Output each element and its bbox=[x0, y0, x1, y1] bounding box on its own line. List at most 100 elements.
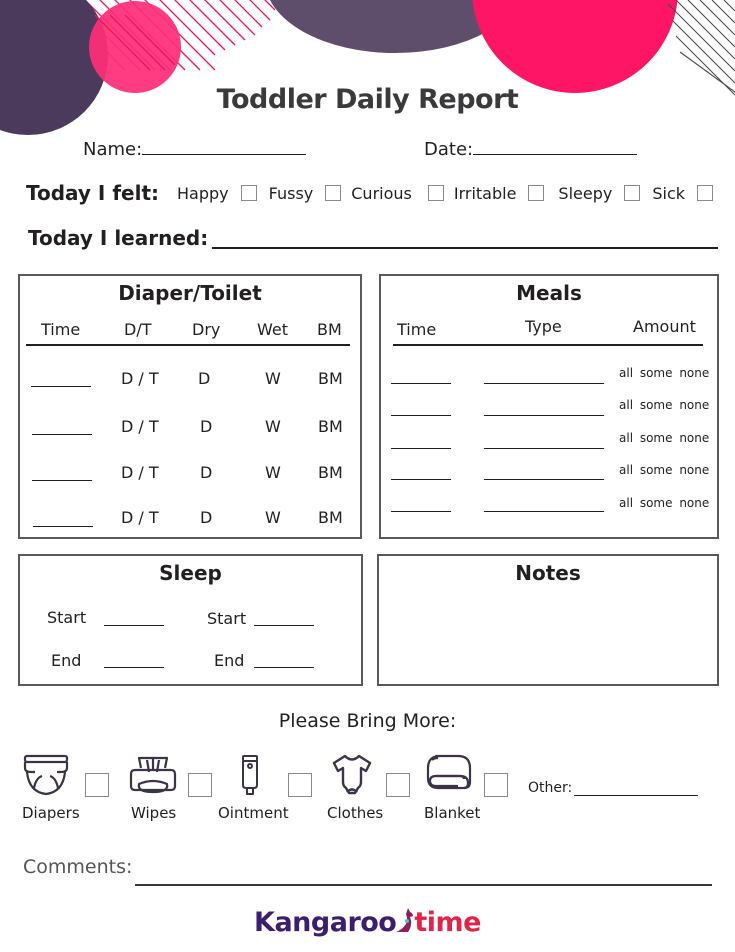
onesie-icon bbox=[332, 754, 372, 795]
sleep-start-line-1[interactable] bbox=[104, 625, 164, 627]
name-input-line[interactable] bbox=[142, 138, 307, 155]
bring-other-label: Other: bbox=[528, 780, 573, 796]
meal-type-line[interactable] bbox=[484, 479, 604, 481]
diaper-icon bbox=[23, 754, 69, 796]
sleep-end-label-2: End bbox=[214, 651, 245, 670]
diaper-toilet-panel: Diaper/Toilet Time D/T Dry Wet BM D / T … bbox=[18, 274, 362, 539]
diaper-time-line[interactable] bbox=[31, 386, 91, 388]
sleep-start-label-2: Start bbox=[207, 609, 247, 628]
felt-checkbox-fussy[interactable] bbox=[325, 185, 342, 201]
diaper-bm[interactable]: BM bbox=[318, 417, 343, 436]
diaper-col-time: Time bbox=[41, 320, 81, 339]
diaper-wet[interactable]: W bbox=[265, 417, 281, 436]
meals-panel: Meals Time Type Amount all some none all… bbox=[379, 274, 719, 539]
diaper-bm[interactable]: BM bbox=[318, 369, 343, 388]
comments-label: Comments: bbox=[23, 856, 133, 878]
bring-checkbox-blanket[interactable] bbox=[484, 773, 508, 797]
diaper-time-line[interactable] bbox=[33, 526, 93, 528]
wipes-icon bbox=[129, 756, 177, 794]
diaper-wet[interactable]: W bbox=[265, 508, 281, 527]
felt-checkbox-happy[interactable] bbox=[240, 185, 257, 201]
meals-panel-title: Meals bbox=[516, 281, 582, 305]
meal-amount-options[interactable]: all some none bbox=[619, 431, 709, 445]
meal-amount-options[interactable]: all some none bbox=[619, 463, 709, 477]
sleep-start-label-1: Start bbox=[47, 608, 87, 627]
sleep-end-label-1: End bbox=[51, 651, 82, 670]
felt-label: Today I felt: bbox=[26, 181, 160, 205]
brand-logo: Kangaroo time bbox=[0, 906, 735, 938]
felt-option-fussy: Fussy bbox=[268, 183, 314, 203]
sleep-panel: Sleep Start End Start End bbox=[18, 554, 363, 686]
gray-stripes-right bbox=[667, 0, 735, 96]
bring-checkbox-diapers[interactable] bbox=[85, 773, 109, 797]
felt-checkbox-sick[interactable] bbox=[697, 185, 714, 201]
diaper-bm[interactable]: BM bbox=[318, 463, 343, 482]
diaper-time-line[interactable] bbox=[32, 434, 92, 436]
diaper-dry[interactable]: D bbox=[200, 508, 212, 527]
diaper-wet[interactable]: W bbox=[265, 369, 281, 388]
meal-amount-options[interactable]: all some none bbox=[619, 366, 709, 380]
bring-checkbox-wipes[interactable] bbox=[188, 773, 212, 797]
date-input-line[interactable] bbox=[473, 138, 638, 155]
meal-amount-options[interactable]: all some none bbox=[619, 398, 709, 412]
diaper-wet[interactable]: W bbox=[265, 463, 281, 482]
diaper-dt[interactable]: D / T bbox=[121, 369, 159, 388]
meal-time-line[interactable] bbox=[391, 383, 451, 385]
diaper-col-bm: BM bbox=[317, 320, 342, 339]
diaper-dt[interactable]: D / T bbox=[121, 463, 159, 482]
name-label: Name: bbox=[83, 139, 143, 160]
meals-col-amount: Amount bbox=[633, 317, 696, 336]
folded-blanket-icon bbox=[426, 754, 472, 790]
diaper-panel-title: Diaper/Toilet bbox=[118, 281, 262, 305]
meal-time-line[interactable] bbox=[391, 479, 451, 481]
pink-circle-right bbox=[472, 0, 678, 93]
bring-item-label-diapers: Diapers bbox=[22, 804, 80, 822]
meal-type-line[interactable] bbox=[484, 383, 604, 385]
brand-logo-text-part1: Kangaroo bbox=[254, 907, 397, 938]
diaper-dt[interactable]: D / T bbox=[121, 417, 159, 436]
meal-time-line[interactable] bbox=[391, 448, 451, 450]
sleep-end-line-2[interactable] bbox=[254, 667, 314, 669]
sleep-panel-title: Sleep bbox=[159, 561, 222, 585]
diaper-time-line[interactable] bbox=[32, 480, 92, 482]
meal-time-line[interactable] bbox=[391, 415, 451, 417]
learned-row: Today I learned: bbox=[28, 226, 208, 250]
comments-input-line[interactable] bbox=[135, 884, 712, 886]
ointment-tube-icon bbox=[242, 755, 258, 795]
diaper-col-wet: Wet bbox=[257, 320, 288, 339]
bring-checkbox-clothes[interactable] bbox=[386, 773, 410, 797]
meals-header-rule bbox=[393, 344, 703, 346]
bring-item-label-ointment: Ointment bbox=[218, 804, 289, 822]
felt-checkbox-sleepy[interactable] bbox=[624, 185, 641, 201]
meal-type-line[interactable] bbox=[484, 511, 604, 513]
diaper-dry[interactable]: D bbox=[198, 369, 210, 388]
date-field[interactable]: Date: bbox=[424, 138, 638, 160]
meal-type-line[interactable] bbox=[484, 415, 604, 417]
learned-label: Today I learned: bbox=[28, 226, 209, 250]
diaper-dry[interactable]: D bbox=[200, 463, 212, 482]
diaper-bm[interactable]: BM bbox=[318, 508, 343, 527]
notes-panel[interactable]: Notes bbox=[377, 554, 719, 686]
learned-input-line[interactable] bbox=[212, 247, 718, 249]
bring-item-label-blanket: Blanket bbox=[424, 804, 481, 822]
sleep-start-line-2[interactable] bbox=[254, 625, 314, 627]
felt-checkbox-curious[interactable] bbox=[427, 185, 444, 201]
meals-col-time: Time bbox=[397, 320, 437, 339]
felt-option-irritable: Irritable bbox=[453, 183, 517, 203]
sleep-end-line-1[interactable] bbox=[104, 667, 164, 669]
felt-option-sleepy: Sleepy bbox=[558, 183, 613, 203]
felt-row: Today I felt: Happy Fussy Curious Irrita… bbox=[26, 181, 714, 205]
name-field[interactable]: Name: bbox=[83, 138, 307, 160]
bring-other-input-line[interactable] bbox=[574, 795, 698, 797]
bring-checkbox-ointment[interactable] bbox=[288, 773, 312, 797]
felt-checkbox-irritable[interactable] bbox=[528, 185, 545, 201]
diaper-dt[interactable]: D / T bbox=[121, 508, 159, 527]
meal-time-line[interactable] bbox=[391, 511, 451, 513]
meal-amount-options[interactable]: all some none bbox=[619, 496, 709, 510]
pink-circle-small bbox=[89, 1, 181, 93]
date-label: Date: bbox=[424, 139, 474, 160]
meals-col-type: Type bbox=[525, 317, 562, 336]
diaper-dry[interactable]: D bbox=[200, 417, 212, 436]
meal-type-line[interactable] bbox=[484, 448, 604, 450]
diaper-header-rule bbox=[26, 344, 350, 346]
